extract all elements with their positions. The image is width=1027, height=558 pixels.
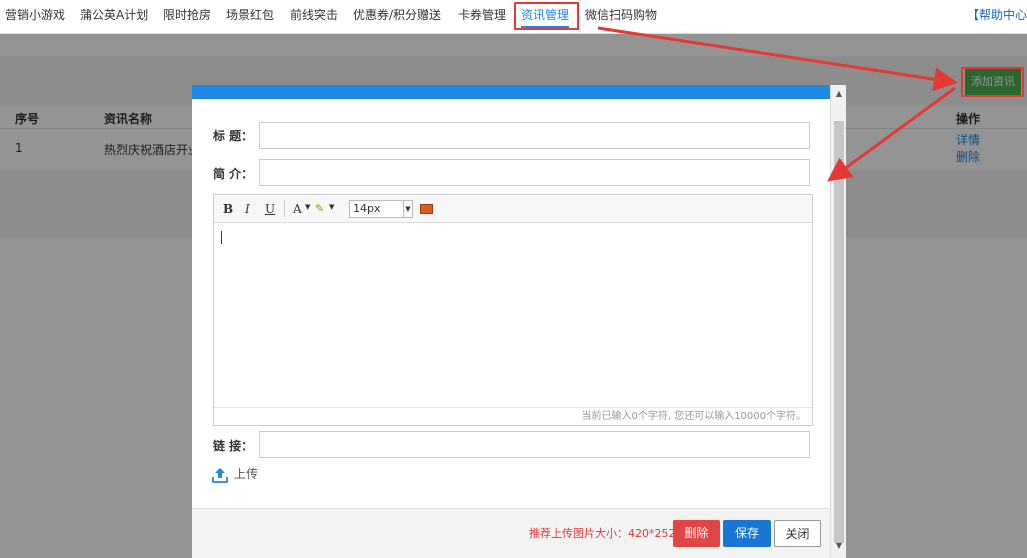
nav-item-marketing-games[interactable]: 营销小游戏: [5, 6, 65, 23]
scroll-up-icon[interactable]: ▲: [834, 89, 844, 98]
bold-button[interactable]: B: [223, 202, 233, 216]
highlight-color-icon[interactable]: ✎: [315, 202, 324, 215]
title-input[interactable]: [259, 122, 810, 149]
text-caret: [221, 231, 222, 244]
nav-item-frontline-assault[interactable]: 前线突击: [290, 6, 338, 23]
dialog-title-bar: [192, 85, 830, 99]
close-button[interactable]: 关闭: [774, 520, 821, 547]
font-size-value: 14px: [353, 202, 381, 215]
font-color-button[interactable]: A: [293, 202, 302, 216]
upload-label: 上传: [234, 467, 259, 481]
nav-item-coupons-points[interactable]: 优惠券/积分赠送: [353, 6, 441, 23]
dialog-scrollbar[interactable]: ▲ ▼: [830, 85, 846, 558]
nav-item-card-management[interactable]: 卡券管理: [458, 6, 506, 23]
nav-item-dandelion-plan[interactable]: 蒲公英A计划: [80, 6, 148, 23]
image-size-hint: 推荐上传图片大小：420*252: [529, 527, 676, 540]
underline-button[interactable]: U: [265, 202, 275, 216]
editor-toolbar: B I U A ▼ ✎ ▼ 14px ▼: [214, 195, 812, 223]
toolbar-separator: [284, 200, 285, 217]
nav-item-scene-red-packet[interactable]: 场景红包: [226, 6, 274, 23]
delete-button[interactable]: 删除: [673, 520, 720, 547]
italic-button[interactable]: I: [245, 202, 250, 216]
insert-image-icon[interactable]: [420, 204, 433, 214]
editor-content-area[interactable]: [214, 223, 812, 407]
scrollbar-thumb[interactable]: [834, 121, 844, 543]
intro-label: 简 介：: [213, 167, 254, 181]
chevron-down-icon: ▼: [403, 201, 412, 217]
add-news-dialog: 标 题： 简 介： B I U A ▼ ✎ ▼ 14px ▼ 当前已输入0个字符…: [192, 85, 846, 558]
character-counter: 当前已输入0个字符, 您还可以输入10000个字符。: [214, 407, 812, 425]
highlight-box-add-button: [961, 67, 1024, 97]
save-button[interactable]: 保存: [723, 520, 771, 547]
nav-item-flash-booking[interactable]: 限时抢房: [163, 6, 211, 23]
highlight-box-news-tab: [514, 2, 579, 30]
upload-icon: [212, 467, 228, 483]
title-label: 标 题：: [213, 129, 254, 143]
highlight-dropdown-icon[interactable]: ▼: [329, 203, 334, 211]
rich-text-editor: B I U A ▼ ✎ ▼ 14px ▼ 当前已输入0个字符, 您还可以输入10…: [213, 194, 813, 426]
upload-button[interactable]: 上传: [211, 465, 258, 485]
intro-input[interactable]: [259, 159, 810, 186]
link-input[interactable]: [259, 431, 810, 458]
help-center-link[interactable]: 【帮助中心: [967, 6, 1027, 23]
font-color-dropdown-icon[interactable]: ▼: [305, 203, 310, 211]
dialog-footer: 推荐上传图片大小：420*252 删除 保存 关闭: [192, 508, 830, 558]
scroll-down-icon[interactable]: ▼: [834, 541, 844, 550]
font-size-select[interactable]: 14px ▼: [349, 200, 413, 218]
nav-item-wechat-scan-shopping[interactable]: 微信扫码购物: [585, 6, 657, 23]
link-label: 链 接：: [213, 439, 254, 453]
